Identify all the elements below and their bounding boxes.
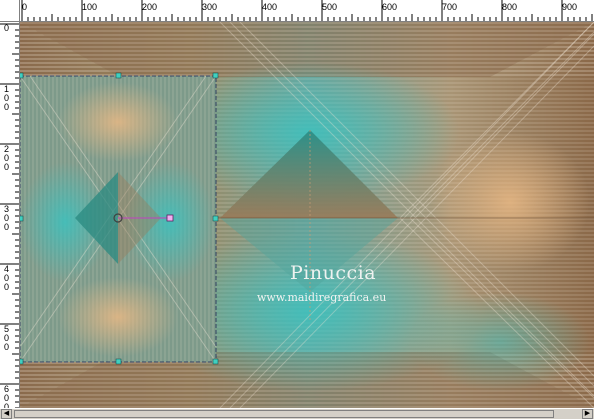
vruler-label-400: 4 0 0 — [4, 264, 10, 292]
vertical-ruler: 0 1 0 0 2 0 0 3 0 0 4 0 0 5 0 0 6 0 0 — [0, 22, 20, 408]
scroll-left-button[interactable]: ◀ — [1, 409, 12, 419]
ruler-label-600: 600 — [382, 2, 398, 12]
horizontal-ruler: 0 100 200 300 400 500 600 700 800 900 — [0, 0, 594, 22]
ruler-corner — [0, 0, 20, 22]
watermark-title: Pinuccia — [290, 262, 377, 284]
ruler-label-900: 900 — [562, 2, 578, 12]
watermark-url: www.maidiregrafica.eu — [257, 291, 387, 304]
vruler-label-500: 5 0 0 — [4, 324, 10, 352]
vruler-label-200: 2 0 0 — [4, 144, 10, 172]
image-canvas[interactable]: Pinuccia www.maidiregrafica.eu — [20, 22, 594, 408]
horizontal-scrollbar[interactable]: ◀ ▶ — [0, 408, 594, 419]
ruler-label-400: 400 — [262, 2, 278, 12]
selection-panel — [20, 75, 217, 363]
scroll-right-button[interactable]: ▶ — [582, 409, 593, 419]
scroll-thumb[interactable] — [14, 410, 554, 418]
ruler-label-200: 200 — [142, 2, 158, 12]
ruler-label-100: 100 — [82, 2, 98, 12]
vruler-label-0: 0 — [4, 23, 10, 33]
ruler-label-500: 500 — [322, 2, 338, 12]
vruler-label-100: 1 0 0 — [4, 84, 10, 112]
ruler-label-700: 700 — [442, 2, 458, 12]
vruler-label-300: 3 0 0 — [4, 204, 10, 232]
ruler-label-800: 800 — [502, 2, 518, 12]
vruler-label-600: 6 0 0 — [4, 384, 10, 409]
ruler-label-300: 300 — [202, 2, 218, 12]
canvas-artwork — [20, 22, 594, 408]
ruler-label-0: 0 — [22, 2, 28, 12]
